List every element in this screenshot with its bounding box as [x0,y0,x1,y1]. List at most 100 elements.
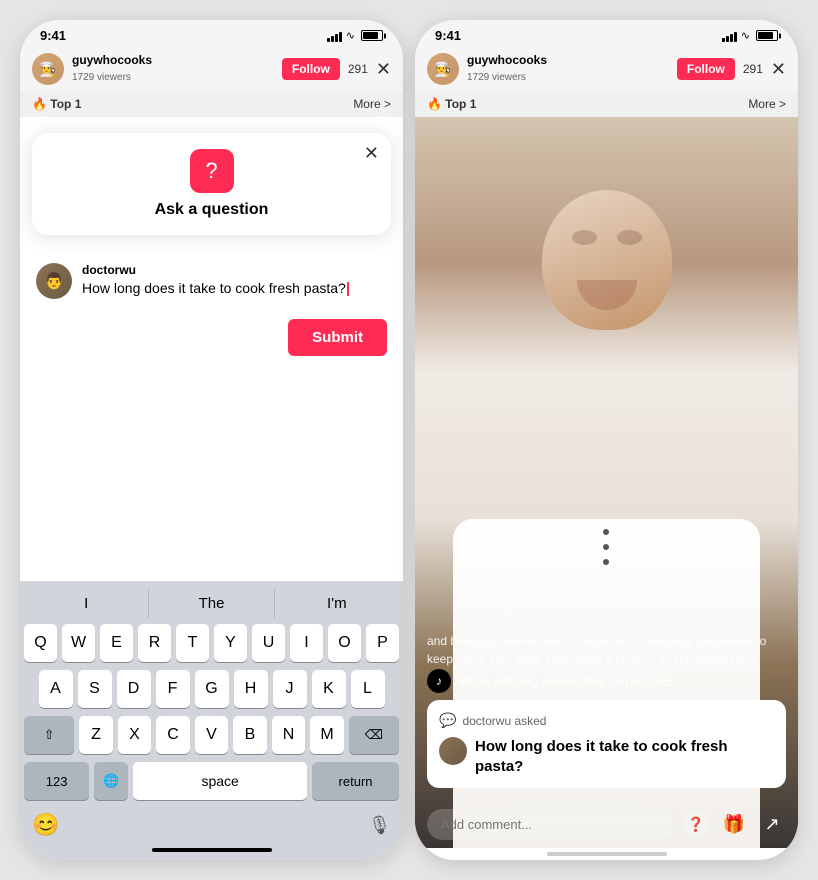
key-b[interactable]: B [233,716,267,754]
question-card: 💬 doctorwu asked How long does it take t… [427,700,786,788]
key-h[interactable]: H [234,670,268,708]
left-banner-bar: 🔥 Top 1 More > [20,91,403,117]
keyboard-row-3: ⇧ Z X C V B N M ⌫ [24,716,399,754]
left-close-button[interactable]: ✕ [376,59,391,80]
suggestion-im[interactable]: I'm [275,589,399,618]
key-delete[interactable]: ⌫ [349,716,399,754]
key-a[interactable]: A [39,670,73,708]
question-card-header: 💬 doctorwu asked [439,712,774,729]
key-o[interactable]: O [328,624,361,662]
question-content: doctorwu How long does it take to cook f… [82,263,387,296]
key-c[interactable]: C [156,716,190,754]
left-status-bar: 9:41 ∿ [20,20,403,47]
modal-title: Ask a question [48,201,375,219]
right-follow-button[interactable]: Follow [677,58,735,80]
live-notification-text: We're notifying viewers that you're LIVE… [459,674,673,688]
live-content-area: and bring joy. Remember to follow our Co… [415,117,798,848]
comment-action-icons: ❓ 🎁 ↗ [682,811,786,839]
key-z[interactable]: Z [79,716,113,754]
left-viewer-count: 291 [348,62,368,76]
right-close-button[interactable]: ✕ [771,59,786,80]
right-status-icons: ∿ [722,29,778,42]
right-home-bar [547,852,667,856]
right-phone: 9:41 ∿ 👨‍🍳 guywhocooks 1 [415,20,798,860]
question-action-icon[interactable]: ❓ [682,811,710,839]
right-more-button[interactable]: More > [748,97,786,111]
comment-bar: ❓ 🎁 ↗ [427,809,786,840]
key-g[interactable]: G [195,670,229,708]
battery-icon [361,30,383,41]
right-battery-icon [756,30,778,41]
comment-input[interactable] [427,809,674,840]
community-guidelines-text: and bring joy. Remember to follow our Co… [427,632,786,668]
modal-overlay: ✕ ? Ask a question 👨 doctorwu How long d… [20,117,403,860]
key-return[interactable]: return [312,762,399,800]
right-viewer-count: 291 [743,62,763,76]
right-viewers: 1729 viewers [467,72,526,83]
left-follow-button[interactable]: Follow [282,58,340,80]
key-space[interactable]: space [133,762,307,800]
key-shift[interactable]: ⇧ [24,716,74,754]
key-numbers[interactable]: 123 [24,762,89,800]
share-icon[interactable]: ↗ [758,811,786,839]
right-top-badge: 🔥 Top 1 [427,97,476,111]
key-p[interactable]: P [366,624,399,662]
asked-by-label: doctorwu asked [462,714,546,728]
suggestion-i[interactable]: I [24,589,149,618]
right-wifi-icon: ∿ [741,29,750,42]
question-card-body: How long does it take to cook fresh past… [439,737,774,776]
key-k[interactable]: K [312,670,346,708]
key-e[interactable]: E [100,624,133,662]
key-m[interactable]: M [310,716,344,754]
left-status-icons: ∿ [327,29,383,42]
ask-question-modal: ✕ ? Ask a question [32,133,391,235]
key-u[interactable]: U [252,624,285,662]
left-status-time: 9:41 [40,28,66,43]
key-j[interactable]: J [273,670,307,708]
tiktok-logo: ♪ [427,669,451,693]
key-l[interactable]: L [351,670,385,708]
keyboard-row-1: Q W E R T Y U I O P [24,624,399,662]
key-y[interactable]: Y [214,624,247,662]
left-more-button[interactable]: More > [353,97,391,111]
key-v[interactable]: V [195,716,229,754]
right-user-info: guywhocooks 1729 viewers [467,53,669,85]
key-t[interactable]: T [176,624,209,662]
key-globe[interactable]: 🌐 [94,762,128,800]
question-mark-icon: ? [205,158,217,184]
submit-area: Submit [20,311,403,364]
key-i[interactable]: I [290,624,323,662]
chef-photo: and bring joy. Remember to follow our Co… [415,117,798,848]
left-phone: 9:41 ∿ 👨‍🍳 guywhocooks 1 [20,20,403,860]
left-user-info: guywhocooks 1729 viewers [72,53,274,85]
modal-close-button[interactable]: ✕ [364,143,379,164]
keyboard-suggestions: I The I'm [24,589,399,618]
gift-icon[interactable]: 🎁 [720,811,748,839]
question-icon-box: ? [190,149,234,193]
emoji-button[interactable]: 😊 [32,812,59,838]
text-cursor [347,282,349,296]
key-x[interactable]: X [118,716,152,754]
left-top-badge: 🔥 Top 1 [32,97,81,111]
submit-button[interactable]: Submit [288,319,387,356]
key-f[interactable]: F [156,670,190,708]
left-viewers: 1729 viewers [72,72,131,83]
live-notification-row: ♪ We're notifying viewers that you're LI… [427,669,786,693]
key-s[interactable]: S [78,670,112,708]
right-signal-icon [722,30,737,42]
right-avatar: 👨‍🍳 [427,53,459,85]
keyboard-bottom: 😊 🎙 [24,808,399,842]
key-r[interactable]: R [138,624,171,662]
suggestion-the[interactable]: The [149,589,274,618]
question-username: doctorwu [82,263,387,277]
key-d[interactable]: D [117,670,151,708]
key-q[interactable]: Q [24,624,57,662]
key-w[interactable]: W [62,624,95,662]
question-input-area: 👨 doctorwu How long does it take to cook… [20,251,403,311]
keyboard-row-2: A S D F G H J K L [24,670,399,708]
microphone-button[interactable]: 🎙 [368,815,391,836]
key-n[interactable]: N [272,716,306,754]
left-top-bar: 👨‍🍳 guywhocooks 1729 viewers Follow 291 … [20,47,403,91]
right-status-time: 9:41 [435,28,461,43]
left-username: guywhocooks [72,53,274,67]
